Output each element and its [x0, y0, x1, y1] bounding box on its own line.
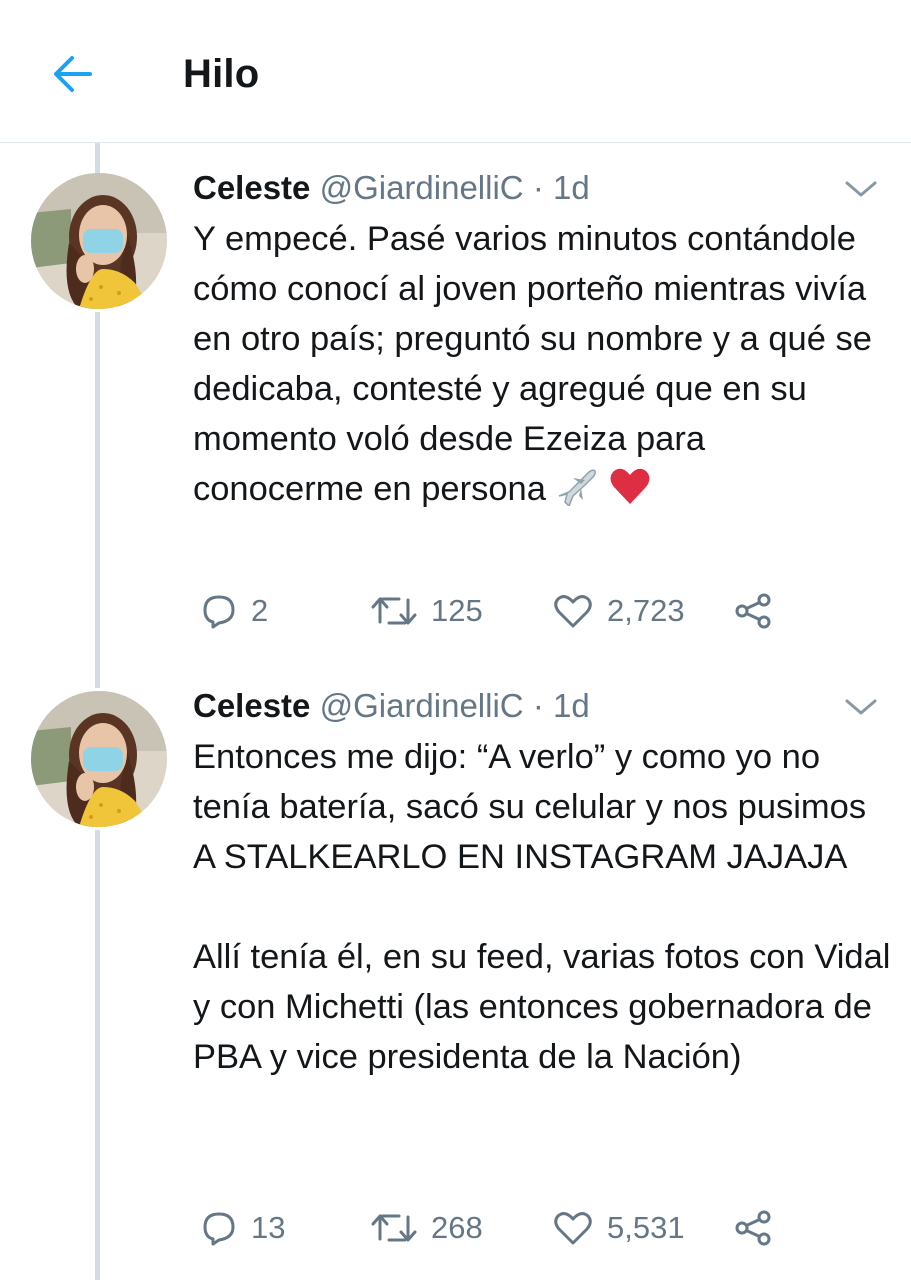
avatar-photo	[31, 173, 167, 309]
heart-icon	[554, 1212, 592, 1245]
airplane-icon	[555, 466, 599, 520]
share-button[interactable]	[733, 1203, 773, 1253]
retweet-icon	[371, 597, 417, 625]
share-button[interactable]	[733, 586, 773, 636]
tweet-menu-button[interactable]	[843, 696, 879, 718]
author-name[interactable]: Celeste	[193, 169, 310, 206]
tweet-menu-button[interactable]	[843, 178, 879, 200]
tweet-actions: 13 268 5,531	[193, 1203, 873, 1253]
retweet-count: 268	[431, 1210, 483, 1245]
app-header: Hilo	[0, 0, 911, 143]
reply-button[interactable]: 2	[201, 586, 268, 636]
meta-separator: ·	[532, 169, 544, 206]
tweet-meta: Celeste @GiardinelliC · 1d	[193, 686, 590, 726]
tweet-text: Entonces me dijo: “A verlo” y como yo no…	[193, 738, 891, 1076]
like-button[interactable]: 2,723	[553, 586, 685, 636]
reply-count: 2	[251, 593, 269, 628]
page-title: Hilo	[183, 52, 260, 96]
red-heart-icon	[609, 466, 651, 520]
share-icon	[735, 593, 771, 629]
arrow-left-icon	[54, 56, 92, 92]
tweet-time[interactable]: 1d	[553, 169, 590, 206]
author-handle[interactable]: @GiardinelliC	[320, 169, 524, 206]
thread-line-bottom	[95, 830, 100, 1280]
meta-separator: ·	[532, 687, 544, 724]
thread-line-middle	[95, 312, 100, 688]
like-button[interactable]: 5,531	[553, 1203, 685, 1253]
tweet-time[interactable]: 1d	[553, 687, 590, 724]
reply-button[interactable]: 13	[201, 1203, 285, 1253]
tweet-actions: 2 125 2,723	[193, 586, 873, 636]
avatar[interactable]	[31, 691, 167, 827]
author-name[interactable]: Celeste	[193, 687, 310, 724]
tweet-text-content: Y empecé. Pasé varios minutos contándole…	[193, 220, 882, 508]
tweet-text: Y empecé. Pasé varios minutos contándole…	[193, 214, 883, 520]
like-count: 2,723	[607, 593, 685, 628]
retweet-icon	[371, 1214, 417, 1242]
tweet-meta: Celeste @GiardinelliC · 1d	[193, 168, 590, 208]
avatar[interactable]	[31, 173, 167, 309]
thread-line-top	[95, 143, 100, 173]
share-icon	[735, 1210, 771, 1246]
retweet-button[interactable]: 268	[371, 1203, 483, 1253]
reply-count: 13	[251, 1210, 286, 1245]
reply-icon	[203, 1212, 235, 1246]
reply-icon	[203, 595, 235, 629]
chevron-down-icon	[845, 181, 877, 197]
chevron-down-icon	[845, 699, 877, 715]
avatar-photo	[31, 691, 167, 827]
author-handle[interactable]: @GiardinelliC	[320, 687, 524, 724]
like-count: 5,531	[607, 1210, 685, 1245]
retweet-button[interactable]: 125	[371, 586, 483, 636]
back-button[interactable]	[46, 50, 98, 98]
heart-icon	[554, 595, 592, 628]
retweet-count: 125	[431, 593, 483, 628]
